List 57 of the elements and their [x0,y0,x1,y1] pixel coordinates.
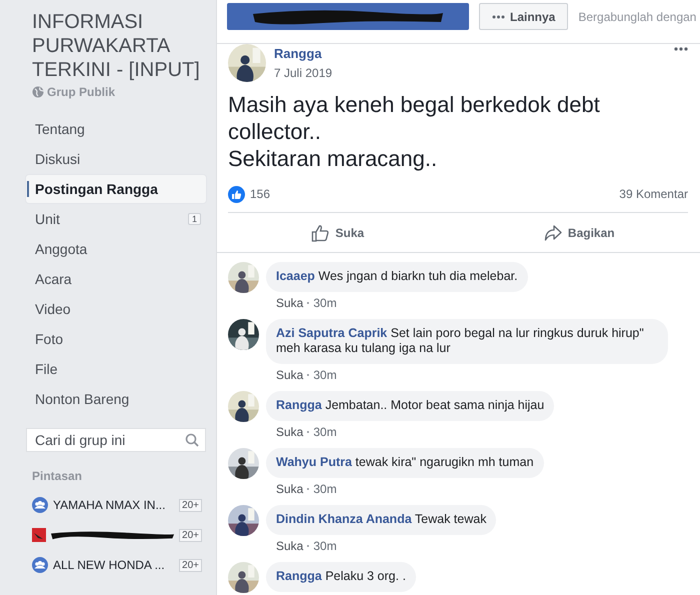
shortcut-item[interactable]: ALL NEW HONDA ... 20+ [26,553,206,577]
like-link[interactable]: Suka [276,368,304,382]
count-badge: 20+ [179,558,202,572]
shortcut-item[interactable]: YAMAHA NMAX IN... 20+ [26,493,206,517]
share-button[interactable]: Bagikan [458,213,700,252]
section-heading: Pintasan [32,469,84,483]
more-button[interactable]: Lainnya [479,3,568,30]
count-badge: 20+ [179,528,202,542]
like-button[interactable]: Suka [217,213,458,252]
sidebar-item[interactable]: Postingan Rangga [26,175,206,203]
globe-icon [32,86,44,98]
comment-time: 30m [313,368,337,382]
like-link[interactable]: Suka [276,425,304,439]
like-reaction-icon [228,186,245,202]
sidebar-item[interactable]: Foto [26,325,206,353]
share-arrow-icon [544,224,562,242]
author-name[interactable]: Rangga [274,46,332,61]
thumbs-up-icon [311,224,330,242]
like-link[interactable]: Suka [276,482,304,496]
post-date[interactable]: 7 Juli 2019 [274,66,332,80]
comment-bubble: Azi Saputra Caprik Set lain poro begal na lur ringkus duruk hirup" meh karasa ku tulang iga na lur [266,319,668,364]
sidebar-item[interactable]: Video [26,295,206,323]
comment-bubble: Rangga Pelaku 3 org. . [266,562,416,592]
reaction-count[interactable]: 156 [250,187,270,201]
search-icon [185,433,199,447]
like-link[interactable]: Suka [276,296,304,310]
comment-time: 30m [313,539,337,553]
comment-count[interactable]: 39 Komentar [619,187,688,201]
count-badge: 20+ [179,498,202,512]
sidebar-item[interactable]: Acara [26,265,206,293]
group-title: INFORMASI PURWAKARTA TERKINI - [INPUT] [32,10,201,82]
join-prompt: Bergabunglah dengan [578,10,696,24]
group-privacy: Grup Publik [47,85,116,99]
search-field[interactable]: Cari di grup ini [26,428,206,452]
sidebar-item[interactable]: Tentang [26,115,206,143]
sidebar-item[interactable]: File [26,355,206,383]
comment-bubble: Icaaep Wes jngan d biarkn tuh dia melebar. [266,262,528,292]
comment-time: 30m [313,296,337,310]
comment-time: 30m [313,425,337,439]
comment-bubble: Dindin Khanza Ananda Tewak tewak [266,505,496,535]
comment-bubble: Rangga Jembatan.. Motor beat sama ninja hijau [266,391,554,421]
sidebar-item[interactable]: Anggota [26,235,206,263]
more-icon [492,14,505,18]
comment-bubble: Wahyu Putra tewak kira" ngarugikn mh tuman [266,448,544,478]
more-options-icon[interactable] [674,47,688,51]
post-text: Masih aya keneh begal berkedok debt collector.. Sekitaran maracang.. [228,91,601,172]
like-link[interactable]: Suka [276,539,304,553]
action-button[interactable] [227,3,469,30]
count-badge: 1 [188,213,201,225]
group-icon [32,497,48,513]
group-icon [32,557,48,573]
sidebar-item[interactable]: Unit 1 [26,205,206,233]
comment-time: 30m [313,482,337,496]
sidebar-item[interactable]: Nonton Bareng [26,385,206,413]
shortcut-item[interactable]: 20+ [26,523,206,547]
group-thumbnail-icon [32,528,46,542]
sidebar-item[interactable]: Diskusi [26,145,206,173]
